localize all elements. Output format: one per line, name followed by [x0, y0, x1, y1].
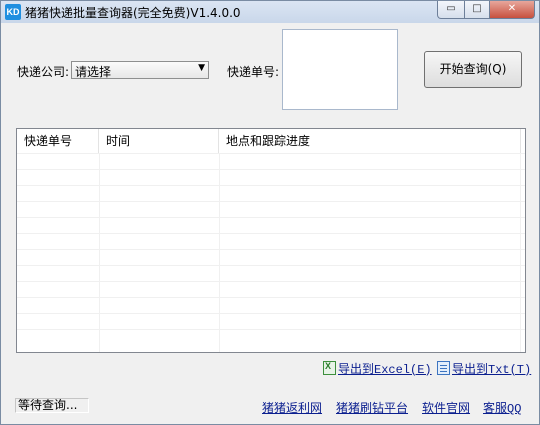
table-body [17, 153, 525, 352]
column-header-location[interactable]: 地点和跟踪进度 [219, 129, 521, 153]
table-row [17, 153, 525, 169]
excel-file-icon [323, 361, 336, 375]
table-row [17, 217, 525, 233]
company-select-value: 请选择 [75, 65, 112, 79]
chevron-down-icon: ▼ [198, 63, 205, 73]
main-window: KD 猪猪快递批量查询器(完全免费)V1.4.0.0 ▭ □ ✕ 快递公司: 请… [0, 0, 540, 425]
export-excel-link[interactable]: 导出到Excel(E) [323, 359, 432, 377]
start-query-button[interactable]: 开始查询(Q) [424, 51, 522, 88]
company-select[interactable]: 请选择 ▼ [71, 61, 209, 79]
link-rebate-site[interactable]: 猪猪返利网 [262, 399, 322, 416]
table-row [17, 281, 525, 297]
export-txt-label: 导出到Txt(T) [452, 362, 532, 377]
table-row [17, 265, 525, 281]
column-header-time[interactable]: 时间 [99, 129, 219, 153]
tracking-label: 快递单号: [227, 65, 280, 79]
window-title: 猪猪快递批量查询器(完全免费)V1.4.0.0 [25, 6, 241, 20]
maximize-button[interactable]: □ [465, 1, 490, 19]
table-row [17, 185, 525, 201]
table-row [17, 297, 525, 313]
tracking-number-input[interactable] [282, 29, 398, 110]
minimize-button[interactable]: ▭ [437, 1, 465, 19]
export-excel-label: 导出到Excel(E) [338, 362, 432, 377]
table-row [17, 313, 525, 329]
table-row [17, 329, 525, 345]
table-header: 快递单号 时间 地点和跟踪进度 [17, 129, 525, 153]
table-row [17, 249, 525, 265]
table-row [17, 233, 525, 249]
txt-file-icon [437, 361, 450, 375]
link-diamond-platform[interactable]: 猪猪刷钻平台 [336, 399, 408, 416]
status-text: 等待查询... [15, 398, 89, 413]
app-logo-icon: KD [5, 4, 21, 20]
link-official-site[interactable]: 软件官网 [422, 399, 470, 416]
link-support-qq[interactable]: 客服QQ [483, 399, 521, 416]
results-table[interactable]: 快递单号 时间 地点和跟踪进度 [16, 128, 526, 353]
title-bar[interactable]: KD 猪猪快递批量查询器(完全免费)V1.4.0.0 ▭ □ ✕ [1, 1, 539, 23]
window-controls: ▭ □ ✕ [437, 1, 535, 19]
column-divider [219, 153, 220, 352]
column-divider [520, 153, 521, 352]
close-button[interactable]: ✕ [490, 1, 535, 19]
column-header-tracking[interactable]: 快递单号 [17, 129, 99, 153]
table-row [17, 169, 525, 185]
company-label: 快递公司: [17, 65, 70, 79]
column-divider [99, 153, 100, 352]
table-row [17, 201, 525, 217]
export-txt-link[interactable]: 导出到Txt(T) [437, 359, 531, 377]
